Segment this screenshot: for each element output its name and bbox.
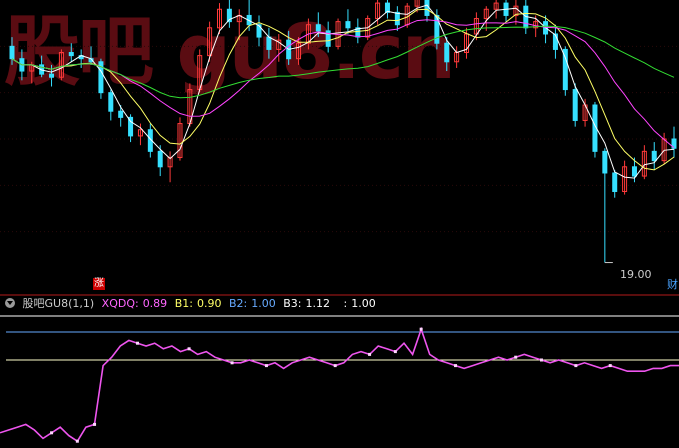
- xqdq-point: [333, 364, 337, 368]
- xqdq-label: XQDQ:: [101, 297, 139, 310]
- xqdq-point: [136, 341, 140, 345]
- xqdq-line: [0, 326, 679, 443]
- b3-value: 1.12: [305, 297, 330, 310]
- candle-body: [602, 150, 608, 174]
- price-chart[interactable]: [0, 0, 679, 296]
- candle-body: [612, 172, 618, 193]
- chevron-down-icon[interactable]: [5, 298, 15, 308]
- candle-body: [651, 150, 657, 162]
- xqdq-point: [368, 352, 372, 356]
- candle-body: [444, 42, 450, 63]
- zhang-badge: 涨: [93, 278, 105, 290]
- candle-body: [315, 24, 321, 32]
- xqdq-point: [75, 439, 79, 443]
- xqdq-point: [514, 355, 518, 359]
- b2-value: 1.00: [251, 297, 276, 310]
- xqdq-point: [454, 364, 458, 368]
- extra-value: 1.00: [351, 297, 376, 310]
- candle-body: [49, 73, 55, 78]
- indicator-header: 股吧GU8(1,1) XQDQ: 0.89 B1: 0.90 B2: 1.00 B3:…: [0, 296, 679, 312]
- candle-body: [394, 11, 400, 26]
- xqdq-point: [93, 422, 97, 426]
- xqdq-point: [187, 347, 191, 351]
- chart-window: 股吧 gu8.cn 涨 财 19.00 股吧GU8(1,1) XQDQ: 0.89…: [0, 0, 679, 448]
- candle-body: [9, 45, 15, 60]
- xqdq-value: 0.89: [142, 297, 168, 310]
- candle-body: [256, 24, 262, 38]
- candle-body: [68, 52, 74, 57]
- candle-body: [118, 110, 124, 118]
- b1-value: 0.90: [196, 297, 222, 310]
- xqdq-point: [393, 350, 397, 354]
- b1-label: B1:: [174, 297, 193, 310]
- candle-body: [345, 21, 351, 29]
- low-price-label: 19.00: [620, 268, 652, 281]
- indicator-name: 股吧GU8(1,1): [22, 297, 95, 310]
- xqdq-point: [230, 361, 234, 365]
- indicator-chart[interactable]: [0, 314, 679, 448]
- xqdq-point: [608, 364, 612, 368]
- candle-body: [424, 0, 430, 16]
- candle-body: [266, 36, 272, 50]
- xqdq-point: [574, 364, 578, 368]
- candle-body: [631, 166, 637, 177]
- xqdq-point: [50, 431, 54, 435]
- xqdq-point: [539, 358, 543, 362]
- candle-body: [108, 92, 114, 112]
- b3-label: B3:: [283, 297, 302, 310]
- xqdq-point: [264, 364, 268, 368]
- b2-label: B2:: [228, 297, 248, 310]
- candle-body: [157, 150, 163, 168]
- candle-body: [572, 89, 578, 121]
- edge-badge: 财: [667, 278, 678, 291]
- xqdq-point: [419, 327, 423, 331]
- extra-label: :: [343, 297, 348, 310]
